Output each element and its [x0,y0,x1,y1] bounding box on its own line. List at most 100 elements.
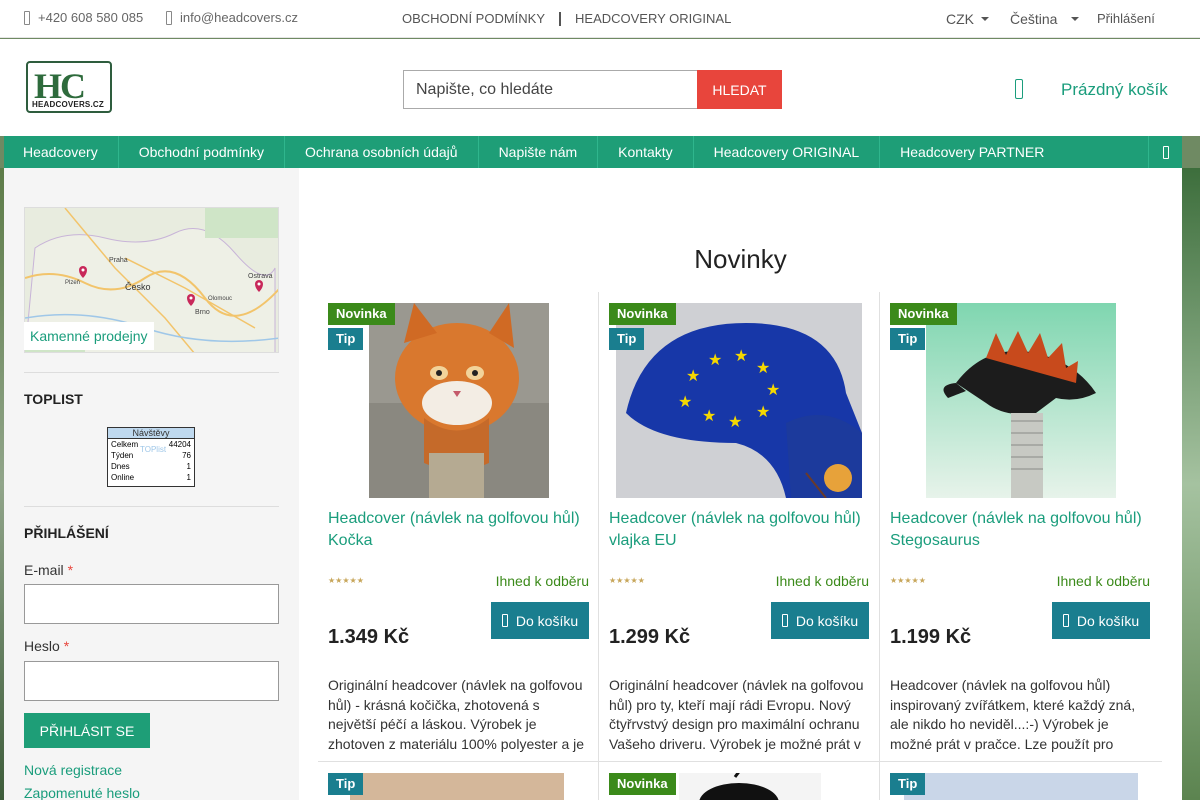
phone-contact[interactable]: +420 608 580 085 [24,10,143,25]
top-link-terms[interactable]: OBCHODNÍ PODMÍNKY [402,11,545,26]
forgot-password-link[interactable]: Zapomenuté heslo [24,785,140,800]
password-field[interactable] [24,661,279,701]
rating-stars: ★★★★★ [609,576,645,585]
badge-tip: Tip [328,328,364,350]
svg-text:★: ★ [734,348,748,365]
currency-select[interactable]: CZK [946,11,989,27]
nav-item-write-us[interactable]: Napište nám [479,136,599,168]
divider [24,506,279,507]
add-to-cart-button[interactable]: Do košíku [1052,602,1150,639]
search-button[interactable]: HLEDAT [697,70,782,109]
map-country-label: Česko [125,282,151,292]
rating-stars: ★★★★★ [890,576,926,585]
svg-text:★: ★ [756,360,770,377]
map-town-olomouc: Olomouc [208,296,232,302]
currency-label: CZK [946,11,974,27]
product-image[interactable] [926,303,1116,498]
toplist-row: Dnes 1 [111,462,191,471]
cart-icon [1062,614,1069,627]
header: HC HEADCOVERS.CZ Napište, co hledáte HLE… [0,39,1200,136]
background-right [1182,168,1200,800]
add-to-cart-button[interactable]: Do košíku [771,602,869,639]
menu-icon [1162,145,1169,159]
product-image[interactable] [904,773,1138,800]
svg-text:★: ★ [678,394,692,411]
product-card: Tip [318,762,599,800]
toplist-row: Online 1 [111,473,191,482]
top-link-original[interactable]: HEADCOVERY ORIGINAL [575,11,731,26]
map-town-praha: Praha [109,257,128,264]
rating-stars: ★★★★★ [328,576,364,585]
product-description: Headcover (návlek na golfovou hůl) inspi… [890,677,1136,752]
email-field[interactable] [24,584,279,624]
register-link[interactable]: Nová registrace [24,762,122,778]
add-to-cart-label: Do košíku [1076,612,1140,629]
price: 1.349 Kč [328,626,410,648]
price: 1.199 Kč [890,626,972,648]
add-to-cart-button[interactable]: Do košíku [491,602,589,639]
password-label: Heslo * [24,638,70,654]
product-image[interactable] [369,303,549,498]
phone-icon [24,10,30,25]
product-card: Novinka Tip Headcover (návlek na golfovo… [879,292,1160,762]
top-bar: +420 608 580 085 info@headcovers.cz OBCH… [0,0,1200,38]
stores-map-label[interactable]: Kamenné prodejny [24,322,154,350]
product-name-link[interactable]: Headcover (návlek na golfovou hůl) Kočka [328,508,590,552]
chevron-down-icon [981,17,989,21]
nav-item-contacts[interactable]: Kontakty [598,136,694,168]
chevron-down-icon [1071,17,1080,21]
svg-text:★: ★ [766,382,780,399]
nav-item-privacy[interactable]: Ochrana osobních údajů [285,136,479,168]
map-town-brno: Brno [195,309,210,316]
product-name-link[interactable]: Headcover (návlek na golfovou hůl) vlajk… [609,508,871,552]
toplist-header: Návštěvy [108,428,194,439]
product-card: Novinka Tip Headcover (návlek na golfovo… [318,292,599,762]
price: 1.299 Kč [609,626,691,648]
badge-tip: Tip [890,773,926,795]
nav-item-partner[interactable]: Headcovery PARTNER [880,136,1064,168]
divider [24,372,279,373]
login-submit-button[interactable]: PŘIHLÁSIT SE [24,713,150,748]
nav-item-headcovery[interactable]: Headcovery [4,136,119,168]
product-image[interactable] [350,773,564,800]
svg-text:★: ★ [702,408,716,425]
map-town-ostrava: Ostrava [248,273,273,280]
product-image[interactable]: ★ ★ ★ ★ ★ ★ ★ ★ ★ [616,303,862,499]
availability: Ihned k odběru [1056,573,1150,589]
badge-tip: Tip [890,328,926,350]
eu-star-icon: ★ [686,368,700,385]
logo[interactable]: HC HEADCOVERS.CZ [26,61,112,113]
availability: Ihned k odběru [775,573,869,589]
map-town-plzen: Plzeň [65,280,80,286]
toplist-counter[interactable]: Návštěvy Celkem 44204 Týden 76 Dnes 1 Onlin… [107,427,195,487]
cart-icon[interactable] [1015,79,1023,99]
product-description: Originální headcover (návlek na golfovou… [328,677,585,752]
login-link[interactable]: Přihlášení [1097,11,1155,26]
toplist-watermark: TOPlist [140,445,167,454]
product-image[interactable] [679,768,821,800]
nav-toggle[interactable] [1148,136,1182,168]
language-select[interactable]: Čeština [1010,11,1080,27]
add-to-cart-label: Do košíku [515,612,579,629]
logo-subtext: HEADCOVERS.CZ [32,100,104,109]
search-input[interactable]: Napište, co hledáte [403,70,697,109]
main-content: Novinky Novinka Tip Headcover (návlek na… [299,168,1182,800]
cart-link[interactable]: Prázdný košík [1061,80,1168,100]
email-contact[interactable]: info@headcovers.cz [166,10,298,25]
product-name-link[interactable]: Headcover (návlek na golfovou hůl) Stego… [890,508,1152,552]
svg-text:★: ★ [756,404,770,421]
product-description: Originální headcover (návlek na golfovou… [609,677,864,752]
svg-text:★: ★ [728,414,742,431]
cart-icon [781,614,788,627]
product-card: Tip [879,762,1160,800]
envelope-icon [166,10,172,25]
nav-item-original[interactable]: Headcovery ORIGINAL [694,136,881,168]
badge-tip: Tip [609,328,645,350]
phone-text: +420 608 580 085 [38,10,144,25]
top-link-separator [559,11,562,26]
top-links: OBCHODNÍ PODMÍNKY HEADCOVERY ORIGINAL [402,11,731,26]
main-nav: Headcovery Obchodní podmínky Ochrana oso… [4,136,1182,168]
nav-item-terms[interactable]: Obchodní podmínky [119,136,285,168]
add-to-cart-label: Do košíku [795,612,859,629]
svg-text:★: ★ [708,352,722,369]
